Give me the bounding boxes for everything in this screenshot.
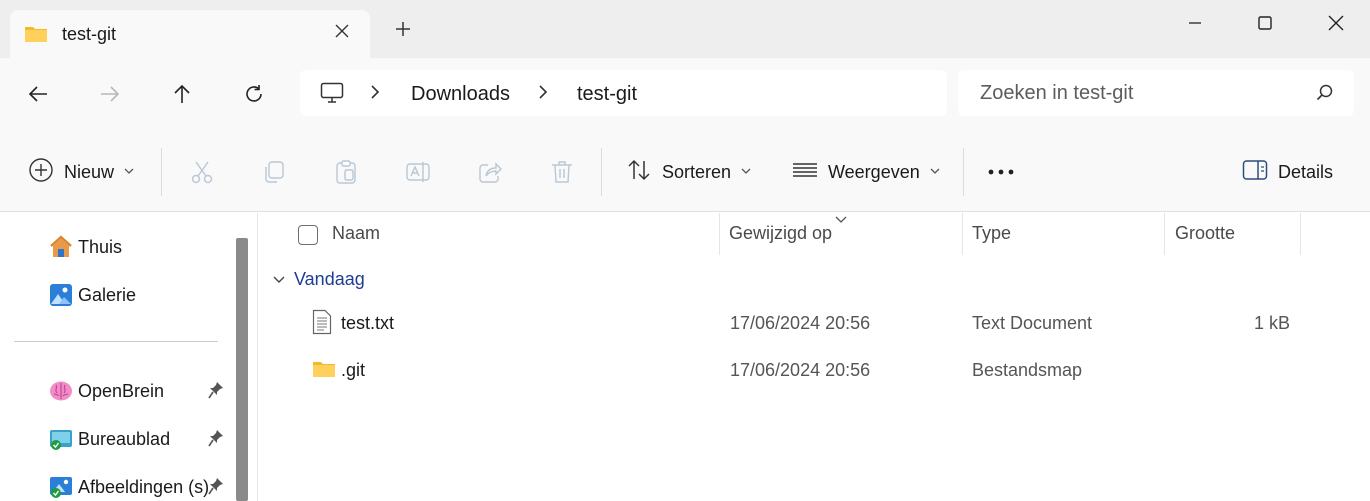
sidebar-item-afbeeldingen[interactable]: Afbeeldingen (s) [48, 473, 223, 501]
file-name: test.txt [341, 313, 395, 333]
file-type: Text Document [972, 313, 1093, 333]
plus-icon[interactable] [394, 20, 412, 43]
close-window-icon[interactable] [1321, 8, 1351, 38]
navigation-pane: Thuis Galerie OpenBrein Bureaublad Afbee… [0, 213, 236, 501]
maximize-icon[interactable] [1250, 8, 1280, 38]
pin-icon[interactable] [208, 381, 224, 404]
more-icon[interactable] [987, 158, 1015, 186]
file-row[interactable]: .git 17/06/2024 20:56 Bestandsmap [258, 348, 1370, 394]
sidebar-item-label: Galerie [78, 284, 137, 305]
chevron-right-icon[interactable] [368, 82, 382, 108]
list-view-icon [792, 157, 818, 188]
column-header-modified[interactable]: Gewijzigd op [729, 223, 832, 244]
column-separator[interactable] [719, 213, 720, 255]
delete-icon[interactable] [548, 158, 576, 186]
file-row[interactable]: test.txt 17/06/2024 20:56 Text Document … [258, 301, 1370, 347]
share-icon[interactable] [476, 158, 504, 186]
home-icon [48, 234, 74, 260]
desktop-folder-icon [48, 426, 74, 452]
chevron-down-icon [124, 166, 134, 178]
sidebar-item-openbrein[interactable]: OpenBrein [48, 377, 223, 405]
tab-title: test-git [62, 24, 117, 44]
separator [963, 148, 964, 196]
sort-button[interactable]: Sorteren [626, 156, 751, 188]
brain-icon [48, 378, 74, 404]
sidebar-item-home[interactable]: Thuis [48, 233, 122, 261]
sort-arrows-icon [626, 157, 652, 188]
sidebar-item-label: OpenBrein [78, 380, 165, 401]
breadcrumb-test-git[interactable]: test-git [577, 83, 637, 106]
sidebar-item-label: Thuis [78, 236, 123, 257]
group-header-today[interactable]: Vandaag [272, 269, 365, 290]
address-bar[interactable]: Downloads test-git [300, 70, 947, 116]
rename-icon[interactable] [404, 158, 432, 186]
separator [161, 148, 162, 196]
gallery-icon [48, 282, 74, 308]
column-separator[interactable] [1300, 213, 1301, 255]
copy-icon[interactable] [260, 158, 288, 186]
chevron-down-icon[interactable] [272, 269, 286, 290]
column-header-name[interactable]: Naam [332, 223, 380, 244]
sort-label: Sorteren [662, 161, 732, 182]
column-separator[interactable] [962, 213, 963, 255]
text-file-icon [312, 309, 332, 340]
sidebar-item-gallery[interactable]: Galerie [48, 281, 136, 309]
cut-icon[interactable] [188, 158, 216, 186]
chevron-down-icon [930, 166, 940, 178]
select-all-checkbox[interactable] [298, 225, 318, 245]
title-bar: test-git [0, 0, 1370, 58]
view-button[interactable]: Weergeven [792, 156, 940, 188]
column-header-type[interactable]: Type [972, 223, 1011, 244]
command-bar: Nieuw Sorteren Weergeven Details [0, 130, 1370, 212]
folder-icon [24, 24, 48, 49]
chevron-right-icon[interactable] [536, 82, 550, 108]
pictures-folder-icon [48, 474, 74, 500]
breadcrumb-downloads[interactable]: Downloads [411, 83, 510, 106]
details-button[interactable]: Details [1242, 156, 1333, 188]
file-size: 1 kB [1253, 313, 1290, 333]
file-list: Naam Gewijzigd op Type Grootte Vandaag t… [258, 213, 1370, 501]
file-modified: 17/06/2024 20:56 [730, 313, 871, 333]
new-button[interactable]: Nieuw [28, 156, 134, 188]
folder-icon [312, 359, 336, 384]
group-label: Vandaag [294, 269, 365, 289]
close-tab-icon[interactable] [334, 22, 350, 45]
sidebar-item-label: Bureaublad [78, 428, 171, 449]
refresh-icon[interactable] [240, 80, 268, 108]
file-name: .git [341, 360, 366, 380]
address-row: Downloads test-git [0, 58, 1370, 130]
search-box[interactable] [958, 70, 1354, 116]
sidebar-item-label: Afbeeldingen (s) [78, 476, 210, 497]
column-separator[interactable] [1164, 213, 1165, 255]
divider [14, 341, 218, 342]
chevron-down-icon [741, 166, 751, 178]
forward-arrow-icon[interactable] [96, 80, 124, 108]
back-arrow-icon[interactable] [24, 80, 52, 108]
up-arrow-icon[interactable] [168, 80, 196, 108]
details-pane-icon [1242, 159, 1268, 186]
search-input[interactable] [980, 82, 1300, 105]
pin-icon[interactable] [208, 429, 224, 452]
details-label: Details [1278, 161, 1334, 182]
column-header-size[interactable]: Grootte [1175, 223, 1235, 244]
file-modified: 17/06/2024 20:56 [730, 360, 871, 380]
minimize-icon[interactable] [1180, 8, 1210, 38]
pin-icon[interactable] [208, 477, 224, 500]
paste-icon[interactable] [332, 158, 360, 186]
new-label: Nieuw [64, 161, 115, 182]
separator [601, 148, 602, 196]
view-label: Weergeven [828, 161, 920, 182]
file-type: Bestandsmap [972, 360, 1083, 380]
sidebar-scrollbar[interactable] [236, 238, 248, 501]
tab-test-git[interactable]: test-git [10, 10, 370, 58]
sidebar-item-bureaublad[interactable]: Bureaublad [48, 425, 223, 453]
computer-icon[interactable] [320, 82, 344, 109]
plus-circle-icon [28, 157, 54, 188]
search-icon[interactable] [1316, 84, 1334, 107]
sort-chevron-icon [834, 211, 848, 229]
